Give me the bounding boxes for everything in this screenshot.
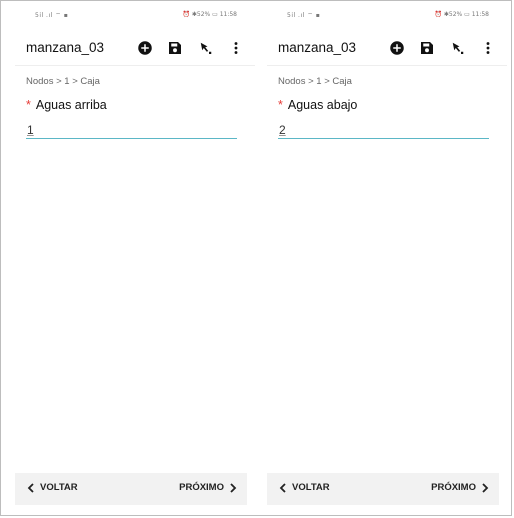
proximo-label: PRÓXIMO (179, 482, 224, 493)
field-label: * Aguas arriba (26, 98, 107, 112)
required-asterisk: * (278, 98, 283, 112)
add-circle-icon[interactable] (388, 39, 406, 57)
bottom-nav-bar: VOLTAR PRÓXIMO (15, 473, 247, 505)
status-bar: 5il .ıl ⌔ ▪ ⏰ ✱52% ▭ 11:58 (15, 11, 255, 21)
field-label-text: Aguas arriba (35, 98, 107, 112)
app-title: manzana_03 (26, 40, 105, 55)
status-right-indicators: ⏰ ✱52% ▭ 11:58 (182, 11, 237, 18)
chevron-left-icon (27, 482, 34, 493)
chevron-right-icon (482, 482, 489, 493)
field-label: * Aguas abajo (278, 98, 357, 112)
voltar-label: VOLTAR (292, 482, 330, 493)
proximo-label: PRÓXIMO (431, 482, 476, 493)
status-bar: 5il .ıl ⌔ ▪ ⏰ ✱52% ▭ 11:58 (267, 11, 507, 21)
phone-screen-right: 5il .ıl ⌔ ▪ ⏰ ✱52% ▭ 11:58 manzana_03 No… (267, 5, 507, 515)
voltar-button[interactable]: VOLTAR (279, 482, 330, 493)
save-icon[interactable] (166, 39, 184, 57)
aguas-arriba-input[interactable] (26, 121, 237, 139)
pick-arrow-icon[interactable] (449, 39, 467, 57)
more-vert-icon[interactable] (479, 39, 497, 57)
app-bar: manzana_03 (15, 33, 255, 66)
chevron-right-icon (230, 482, 237, 493)
more-vert-icon[interactable] (227, 39, 245, 57)
voltar-button[interactable]: VOLTAR (27, 482, 78, 493)
breadcrumb[interactable]: Nodos > 1 > Caja (278, 76, 352, 87)
save-icon[interactable] (418, 39, 436, 57)
app-title: manzana_03 (278, 40, 357, 55)
aguas-abajo-input[interactable] (278, 121, 489, 139)
required-asterisk: * (26, 98, 31, 112)
add-circle-icon[interactable] (136, 39, 154, 57)
breadcrumb[interactable]: Nodos > 1 > Caja (26, 76, 100, 87)
field-label-text: Aguas abajo (287, 98, 358, 112)
status-right-indicators: ⏰ ✱52% ▭ 11:58 (434, 11, 489, 18)
pick-arrow-icon[interactable] (197, 39, 215, 57)
app-bar: manzana_03 (267, 33, 507, 66)
screenshot-frame: 5il .ıl ⌔ ▪ ⏰ ✱52% ▭ 11:58 manzana_03 No… (0, 0, 512, 516)
status-left-indicators: 5il .ıl ⌔ ▪ (35, 12, 69, 19)
proximo-button[interactable]: PRÓXIMO (431, 482, 489, 493)
status-left-indicators: 5il .ıl ⌔ ▪ (287, 12, 321, 19)
voltar-label: VOLTAR (40, 482, 78, 493)
bottom-nav-bar: VOLTAR PRÓXIMO (267, 473, 499, 505)
proximo-button[interactable]: PRÓXIMO (179, 482, 237, 493)
phone-screen-left: 5il .ıl ⌔ ▪ ⏰ ✱52% ▭ 11:58 manzana_03 No… (15, 5, 255, 515)
chevron-left-icon (279, 482, 286, 493)
